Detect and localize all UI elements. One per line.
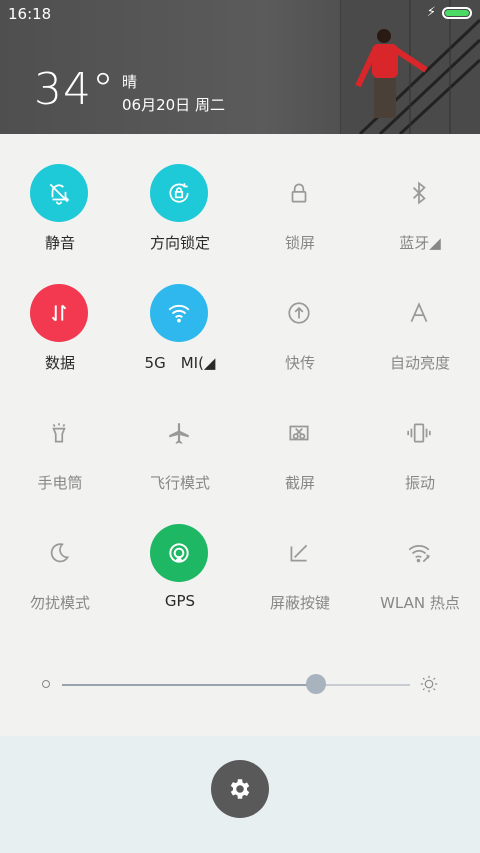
hotspot-icon: [390, 524, 448, 582]
location-icon: [150, 524, 208, 582]
block-keys-icon: [270, 524, 328, 582]
toggle-wifi[interactable]: 5G MI(◢: [120, 254, 240, 374]
clock-time: 16:18: [8, 5, 52, 23]
lock-icon: [270, 164, 328, 222]
upload-circle-icon: [270, 284, 328, 342]
brightness-low-icon: [42, 680, 50, 688]
battery-fill: [445, 10, 469, 16]
auto-brightness-icon: [390, 284, 448, 342]
toggle-wlan-hotspot[interactable]: WLAN 热点: [360, 494, 480, 614]
toggle-do-not-disturb[interactable]: 勿扰模式: [0, 494, 120, 614]
toggle-label: 屏蔽按键: [269, 594, 330, 612]
toggle-label: WLAN 热点: [380, 594, 460, 612]
brightness-high-icon: [420, 675, 438, 693]
toggle-label: GPS: [164, 592, 196, 610]
notification-header: 16:18 ⚡ 34° 晴 06月20日 周二: [0, 0, 480, 134]
toggle-label: 截屏: [284, 474, 315, 492]
lightning-bolt-icon: ⚡: [426, 5, 436, 20]
toggle-airplane-mode[interactable]: 飞行模式: [120, 374, 240, 494]
toggle-lock-screen[interactable]: 锁屏: [240, 134, 360, 254]
toggle-label: 自动亮度: [389, 354, 450, 372]
toggle-bluetooth[interactable]: 蓝牙◢: [360, 134, 480, 254]
toggle-block-keys[interactable]: 屏蔽按键: [240, 494, 360, 614]
toggle-label: 蓝牙◢: [399, 234, 441, 252]
airplane-icon: [150, 404, 208, 462]
vibrate-icon: [390, 404, 448, 462]
battery-icon: [442, 7, 472, 19]
flashlight-icon: [30, 404, 88, 462]
toggle-label: 方向锁定: [149, 234, 210, 252]
toggle-label: 5G MI(◢: [144, 354, 216, 372]
brightness-slider[interactable]: [0, 664, 480, 706]
toggle-quick-transfer[interactable]: 快传: [240, 254, 360, 374]
wifi-icon: [150, 284, 208, 342]
gear-icon: [230, 779, 250, 799]
toggle-mobile-data[interactable]: 数据: [0, 254, 120, 374]
bluetooth-icon: [390, 164, 448, 222]
screenshot-icon: [270, 404, 328, 462]
status-bar: 16:18 ⚡: [0, 0, 480, 28]
date: 06月20日 周二: [122, 96, 225, 114]
toggle-silent[interactable]: 静音: [0, 134, 120, 254]
toggle-label: 飞行模式: [149, 474, 210, 492]
settings-button[interactable]: [211, 760, 269, 818]
quick-toggle-grid: 静音 方向锁定 锁屏 蓝牙◢ 数据 5G MI(◢ 快传 自动亮度 手电筒 飞行…: [0, 134, 480, 734]
weather-condition: 晴: [122, 73, 138, 91]
brightness-track[interactable]: [62, 684, 410, 686]
toggle-label: 手电筒: [37, 474, 83, 492]
brightness-fill: [62, 684, 317, 686]
data-arrows-icon: [30, 284, 88, 342]
toggle-label: 振动: [404, 474, 435, 492]
toggle-label: 数据: [44, 354, 75, 372]
toggle-label: 锁屏: [284, 234, 315, 252]
toggle-label: 勿扰模式: [29, 594, 90, 612]
rotation-lock-icon: [150, 164, 208, 222]
temperature: 34°: [34, 64, 115, 115]
toggle-gps[interactable]: GPS: [120, 494, 240, 614]
toggle-vibrate[interactable]: 振动: [360, 374, 480, 494]
toggle-label: 静音: [44, 234, 75, 252]
toggle-auto-brightness[interactable]: 自动亮度: [360, 254, 480, 374]
toggle-flashlight[interactable]: 手电筒: [0, 374, 120, 494]
toggle-rotation-lock[interactable]: 方向锁定: [120, 134, 240, 254]
panel-footer: [0, 736, 480, 853]
brightness-thumb[interactable]: [306, 674, 327, 694]
moon-icon: [30, 524, 88, 582]
toggle-label: 快传: [284, 354, 315, 372]
toggle-screenshot[interactable]: 截屏: [240, 374, 360, 494]
bell-off-icon: [30, 164, 88, 222]
